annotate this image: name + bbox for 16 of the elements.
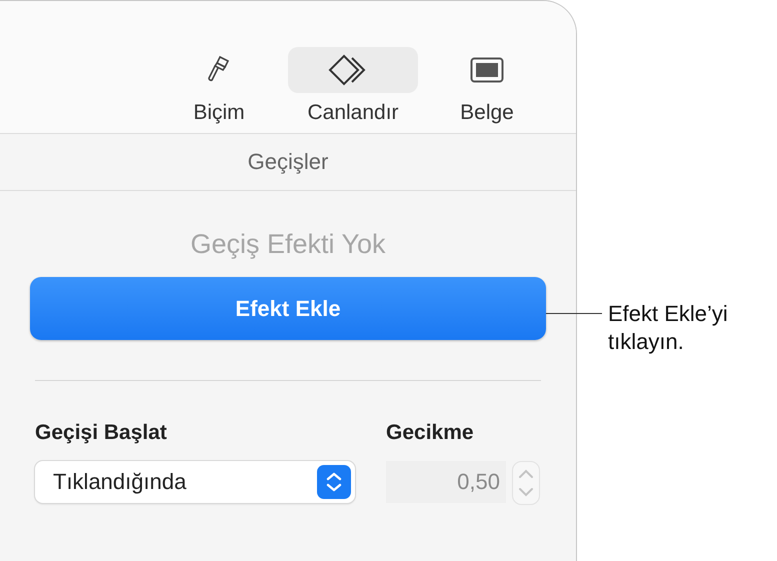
toolbar-button[interactable]: Belge bbox=[422, 47, 552, 125]
delay-label: Gecikme bbox=[386, 421, 475, 445]
toolbar-label: Canlandır bbox=[307, 101, 399, 125]
callout-text: Efekt Ekle’yi tıklayın. bbox=[608, 300, 729, 355]
toolbar-label: Biçim bbox=[193, 101, 245, 125]
toolbar-label: Belge bbox=[460, 101, 514, 125]
add-effect-button[interactable]: Efekt Ekle bbox=[30, 277, 546, 340]
start-select[interactable]: Tıklandığında bbox=[35, 461, 355, 503]
select-arrows-icon bbox=[317, 465, 351, 499]
section-tab[interactable]: Geçişler bbox=[0, 134, 576, 191]
document-icon bbox=[470, 57, 504, 83]
stepper-icon[interactable] bbox=[512, 461, 540, 505]
toolbar-button[interactable]: Biçim bbox=[154, 47, 284, 125]
status-text: Geçiş Efekti Yok bbox=[189, 229, 387, 260]
leader-line bbox=[546, 313, 602, 314]
start-label: Geçişi Başlat bbox=[35, 421, 168, 445]
